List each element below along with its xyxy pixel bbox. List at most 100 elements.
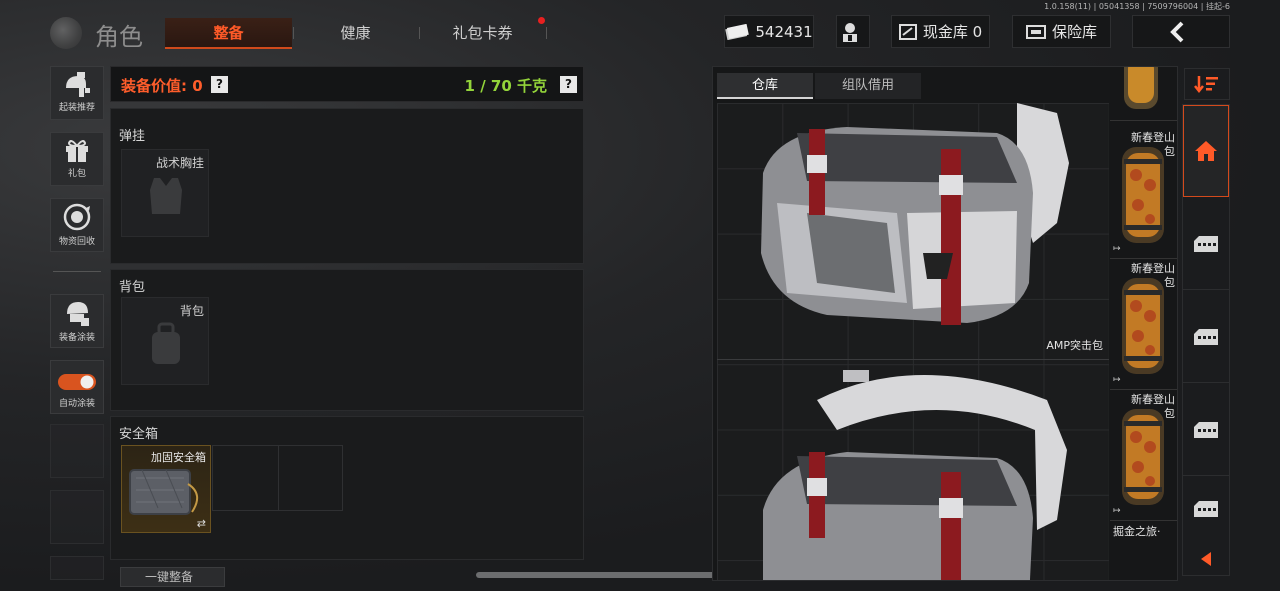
- sidebar-empty-slot: [50, 556, 104, 580]
- backpack-icon: [152, 322, 180, 364]
- container-icon: [1194, 328, 1218, 345]
- help-icon[interactable]: ?: [560, 76, 577, 93]
- vest-icon: [150, 178, 182, 214]
- mountain-backpack-icon: [1122, 409, 1164, 505]
- backpack-slot[interactable]: 背包: [121, 297, 209, 385]
- storage-item[interactable]: 新春登山包 ↦: [1110, 260, 1177, 390]
- rig-slot[interactable]: 战术胸挂: [121, 149, 209, 237]
- tab-gift-coupons[interactable]: 礼包卡券: [419, 18, 546, 49]
- safebox-section: 安全箱 加固安全箱 ⇄: [110, 416, 584, 560]
- storage-category-nav: [1182, 104, 1230, 576]
- sidebar-recycle[interactable]: 物资回收: [50, 198, 104, 252]
- agent-icon: [843, 22, 857, 42]
- nav-container-1[interactable]: [1183, 198, 1229, 290]
- cash-vault-label: 现金库 0: [922, 23, 983, 41]
- storage-item[interactable]: [717, 360, 1109, 580]
- storage-grid: AMP突击包: [717, 103, 1109, 580]
- slot-label: 背包: [179, 304, 204, 318]
- sidebar-label: 起装推荐: [58, 103, 95, 113]
- mountain-backpack-icon: [1122, 147, 1164, 243]
- storage-item[interactable]: 新春登山包 ↦: [1110, 129, 1177, 259]
- nav-home[interactable]: [1183, 105, 1229, 197]
- chevron-left-icon: [1170, 21, 1184, 42]
- assault-backpack-icon: [763, 370, 1067, 580]
- equip-marker-icon: ↦: [1113, 506, 1121, 516]
- container-icon: [1194, 421, 1218, 438]
- equip-marker-icon: ↦: [1113, 244, 1121, 254]
- storage-item[interactable]: AMP突击包: [717, 103, 1109, 359]
- slot-label: 加固安全箱: [151, 451, 206, 464]
- tab-team-borrow[interactable]: 组队借用: [815, 73, 921, 99]
- section-title: 背包: [119, 280, 146, 295]
- rig-section: 弹挂 战术胸挂: [110, 108, 584, 264]
- tab-prepare[interactable]: 整备: [165, 18, 292, 49]
- sidebar-label: 礼包: [67, 169, 86, 179]
- slot-label: 战术胸挂: [155, 156, 204, 170]
- sidebar-label: 物资回收: [58, 237, 95, 247]
- cash-vault-icon: [898, 23, 917, 40]
- banknote-icon: [725, 23, 750, 40]
- sidebar-gift[interactable]: 礼包: [50, 132, 104, 186]
- recycle-icon: [63, 203, 91, 231]
- top-bar: 角色 整备 健康 礼包卡券 542431 现金库 0 保险库: [0, 8, 1280, 56]
- game-screen: 1.0.158(11) | 05041358 | 7509796004 | 挂起…: [0, 0, 1280, 591]
- storage-item-name: 掘金之旅·: [1113, 525, 1161, 538]
- grid-line: [278, 446, 279, 510]
- storage-item[interactable]: 新春登山包 ↦: [1110, 391, 1177, 521]
- sidebar-label: 自动涂装: [58, 399, 95, 409]
- help-icon[interactable]: ?: [211, 76, 228, 93]
- safebox-icon: [129, 469, 199, 515]
- home-icon: [1195, 141, 1217, 161]
- currency-value: 542431: [755, 22, 813, 41]
- sidebar-empty-slot: [50, 490, 104, 544]
- sidebar-auto-paint[interactable]: 自动涂装: [50, 360, 104, 414]
- safe-vault-icon: [1025, 24, 1046, 39]
- quick-equip-button[interactable]: 一键整备: [120, 567, 225, 587]
- storage-panel: 仓库 组队借用 AMP突击包 新春登山包 ↦ 新春登山包 ↦ 新春登山包 ↦ 掘…: [712, 66, 1178, 581]
- tab-health[interactable]: 健康: [292, 18, 419, 49]
- sort-button[interactable]: [1184, 68, 1230, 100]
- nav-container-2[interactable]: [1183, 291, 1229, 383]
- chevron-left-icon: [1201, 552, 1211, 566]
- toggle-icon[interactable]: [57, 373, 97, 391]
- safebox-grid: [212, 445, 343, 511]
- notification-dot: [538, 17, 545, 24]
- equipment-header: 装备价值: 0 ? 1 / 70 千克 ?: [110, 66, 584, 102]
- equipment-value: 装备价值: 0: [121, 77, 203, 95]
- safebox-slot[interactable]: 加固安全箱 ⇄: [121, 445, 211, 533]
- storage-small-column: 新春登山包 ↦ 新春登山包 ↦ 新春登山包 ↦ 掘金之旅·: [1110, 67, 1177, 580]
- sort-icon: [1194, 76, 1218, 94]
- container-icon: [1194, 235, 1218, 252]
- loadout-icon: [66, 72, 90, 97]
- page-title: 角色: [95, 23, 143, 51]
- sidebar-label: 装备涂装: [58, 333, 95, 343]
- gift-icon: [66, 140, 88, 162]
- section-title: 弹挂: [119, 129, 146, 144]
- storage-item[interactable]: [1110, 67, 1177, 121]
- assault-backpack-icon: [761, 103, 1069, 325]
- character-logo-icon: [50, 17, 82, 49]
- storage-item-name: AMP突击包: [1046, 339, 1103, 352]
- helmet-paint-icon: [67, 302, 89, 326]
- tab-divider: [546, 27, 547, 39]
- sidebar-divider: [53, 271, 101, 272]
- cash-vault-button[interactable]: 现金库 0: [891, 15, 990, 48]
- container-icon: [1194, 501, 1218, 517]
- safe-vault-label: 保险库: [1051, 23, 1097, 41]
- nav-collapse-button[interactable]: [1183, 543, 1229, 575]
- mountain-backpack-icon: [1122, 278, 1164, 374]
- nav-container-4[interactable]: [1183, 477, 1229, 541]
- nav-container-3[interactable]: [1183, 384, 1229, 476]
- weight-value: 1 / 70 千克: [464, 77, 547, 95]
- swap-icon[interactable]: ⇄: [197, 517, 206, 530]
- sidebar-loadout-recommend[interactable]: 起装推荐: [50, 66, 104, 120]
- backpack-section: 背包 背包: [110, 269, 584, 411]
- sidebar-equip-paint[interactable]: 装备涂装: [50, 294, 104, 348]
- back-button[interactable]: [1132, 15, 1230, 48]
- storage-item[interactable]: 掘金之旅·: [1110, 522, 1177, 580]
- tab-warehouse[interactable]: 仓库: [717, 73, 813, 99]
- currency-display[interactable]: 542431: [724, 15, 814, 48]
- equip-marker-icon: ↦: [1113, 375, 1121, 385]
- agent-button[interactable]: [836, 15, 870, 48]
- safe-vault-button[interactable]: 保险库: [1012, 15, 1111, 48]
